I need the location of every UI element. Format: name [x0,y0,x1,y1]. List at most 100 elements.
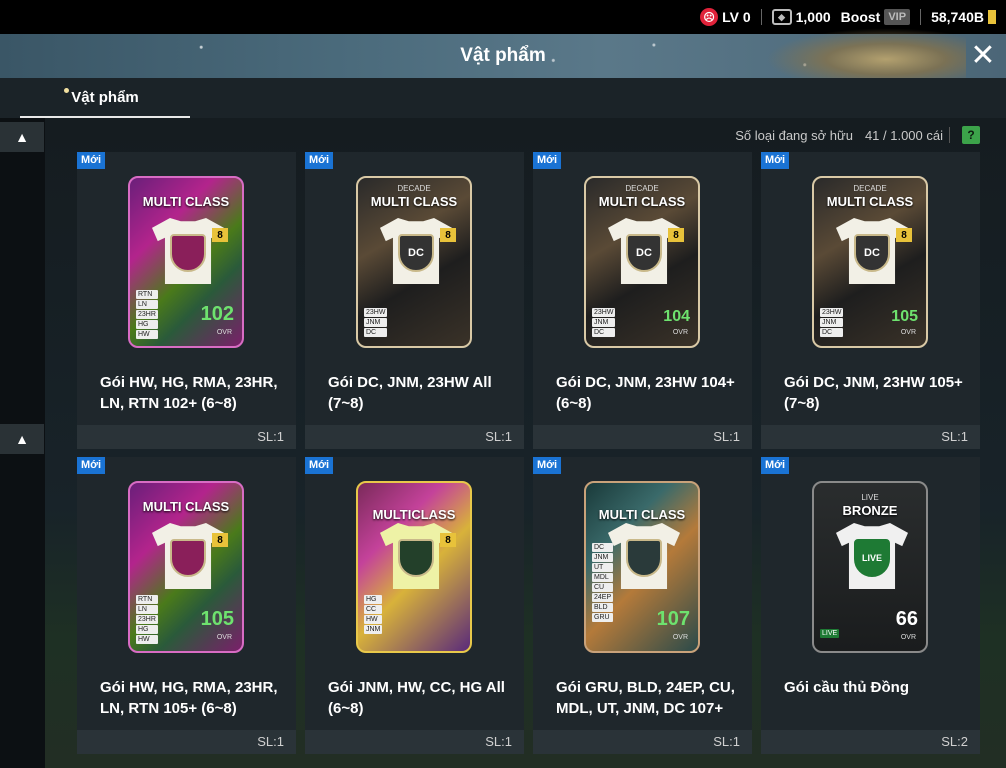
item-list-area: Số loại đang sở hữu 41 / 1.000 cái ? Mới… [45,118,1006,768]
item-quantity: SL:2 [761,730,980,754]
item-quantity: SL:1 [77,425,296,449]
season-tags: LIVE [820,629,840,638]
item-card[interactable]: Mới DECADE MULTI CLASS DC 8 23HW JNM DC … [305,152,524,449]
divider [920,9,922,25]
ovr-label: OVR [672,634,688,641]
card-sub-label: DECADE [397,184,431,193]
new-badge: Mới [533,152,562,169]
boost-indicator[interactable]: Boost VIP [841,9,911,25]
level-tag: 8 [896,228,912,242]
ovr-label: OVR [672,329,688,336]
ovr-label: OVR [900,329,916,336]
card-sub-label: DECADE [853,184,887,193]
bp-icon [988,10,996,24]
item-name: Gói HW, HG, RMA, 23HR, LN, RTN 105+ (6~8… [100,679,278,717]
item-quantity: SL:1 [305,730,524,754]
new-badge: Mới [77,152,106,169]
ovr-label: OVR [216,329,232,336]
item-quantity: SL:1 [761,425,980,449]
season-tags: 23HW JNM DC [820,308,844,337]
vip-badge: VIP [884,9,911,25]
scroll-up-button-2[interactable]: ▲ [0,424,44,454]
item-name: Gói DC, JNM, 23HW 105+ (7~8) [784,374,963,412]
tab-bar: Vật phẩm [0,78,1006,118]
item-quantity: SL:1 [77,730,296,754]
card-class-label: MULTI CLASS [826,194,914,209]
item-name: Gói JNM, HW, CC, HG All (6~8) [328,679,505,717]
season-tags: DC JNM UT MDL CU 24EP BLD GRU [592,543,614,622]
card-class-label: MULTI CLASS [142,194,230,209]
header-decoration [766,28,966,80]
ovr-value: 104 [663,308,690,325]
ovr-value: 102 [200,303,234,325]
item-card[interactable]: Mới MULTI CLASS 8 RTN LN 23HR HG HW 102 … [77,152,296,449]
tab-items[interactable]: Vật phẩm [20,78,190,118]
card-sub-label: DECADE [625,184,659,193]
item-quantity: SL:1 [533,730,752,754]
new-badge: Mới [305,152,334,169]
level-tag: 8 [212,533,228,547]
card-sub-label: LIVE [861,493,879,502]
crest-icon: LIVE [854,539,890,577]
crest-icon: DC [854,234,890,272]
card-class-label: MULTICLASS [372,507,456,522]
crest-icon [170,234,206,272]
item-card[interactable]: Mới MULTI CLASS 8 RTN LN 23HR HG HW 105 … [77,457,296,754]
new-badge: Mới [305,457,334,474]
item-card[interactable]: Mới MULTI CLASS DC JNM UT MDL CU 24EP BL… [533,457,752,754]
divider [949,127,950,143]
ovr-value: 107 [656,608,690,630]
level-face-icon: ☹ [700,8,719,26]
item-card[interactable]: Mới DECADE MULTI CLASS DC 8 23HW JNM DC … [761,152,980,449]
item-name: Gói HW, HG, RMA, 23HR, LN, RTN 102+ (6~8… [100,374,278,412]
crest-icon [626,539,662,577]
close-button[interactable]: ✕ [968,39,998,72]
pack-card-image: DECADE MULTI CLASS DC 8 23HW JNM DC 105 … [812,176,928,348]
inventory-count: Số loại đang sở hữu 41 / 1.000 cái ? [735,126,980,144]
ovr-value: 105 [891,308,918,325]
ovr-value: 66 [895,608,918,630]
divider [760,9,762,25]
help-button[interactable]: ? [962,126,980,144]
item-card[interactable]: Mới MULTICLASS 8 HG CC HW JNM Gói JNM, H… [305,457,524,754]
pack-card-image: DECADE MULTI CLASS DC 8 23HW JNM DC [356,176,472,348]
coin-indicator: ◆ 1,000 [771,9,831,25]
ovr-label: OVR [216,634,232,641]
season-tags: HG CC HW JNM [364,595,383,634]
crest-icon [398,539,434,577]
level-tag: 8 [212,228,228,242]
item-quantity: SL:1 [533,425,752,449]
pack-card-image: MULTICLASS 8 HG CC HW JNM [356,481,472,653]
season-tags: RTN LN 23HR HG HW [136,595,158,644]
item-name: Gói DC, JNM, 23HW 104+ (6~8) [556,374,735,412]
level-tag: 8 [668,228,684,242]
crest-icon: DC [626,234,662,272]
bp-indicator: 58,740B [931,9,996,25]
card-class-label: BRONZE [842,503,898,518]
item-name: Gói DC, JNM, 23HW All (7~8) [328,374,492,412]
level-tag: 8 [440,533,456,547]
item-name: Gói cầu thủ Đồng [784,679,909,696]
ovr-value: 105 [200,608,234,630]
pack-card-image: MULTI CLASS 8 RTN LN 23HR HG HW 105 OVR [128,481,244,653]
item-card[interactable]: Mới LIVE BRONZE LIVE LIVE 66 OVR Gói cầu… [761,457,980,754]
card-class-label: MULTI CLASS [370,194,458,209]
item-quantity: SL:1 [305,425,524,449]
new-badge: Mới [77,457,106,474]
level-indicator: ☹ LV 0 [700,8,751,26]
pack-card-image: LIVE BRONZE LIVE LIVE 66 OVR [812,481,928,653]
new-badge: Mới [761,457,790,474]
new-badge: Mới [761,152,790,169]
page-title: Vật phẩm [460,45,546,66]
scroll-column: ▲ ▲ [0,118,45,768]
season-tags: RTN LN 23HR HG HW [136,290,158,339]
crest-icon [170,539,206,577]
item-name: Gói GRU, BLD, 24EP, CU, MDL, UT, JNM, DC… [556,679,735,717]
pack-card-image: MULTI CLASS 8 RTN LN 23HR HG HW 102 OVR [128,176,244,348]
card-class-label: MULTI CLASS [598,194,686,209]
scroll-up-button[interactable]: ▲ [0,122,44,152]
ovr-label: OVR [900,634,916,641]
coin-icon: ◆ [771,9,792,25]
new-badge: Mới [533,457,562,474]
item-card[interactable]: Mới DECADE MULTI CLASS DC 8 23HW JNM DC … [533,152,752,449]
